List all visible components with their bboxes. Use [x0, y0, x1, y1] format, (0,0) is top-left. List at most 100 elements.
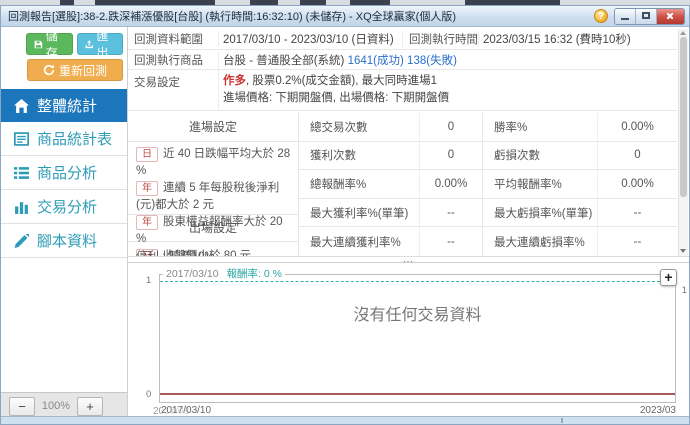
nav-item-product-stats-table[interactable]: 商品統計表	[1, 122, 127, 156]
crosshair-date: 2017/03/10	[166, 268, 219, 280]
nav-item-overall-stats[interactable]: 整體統計	[1, 89, 127, 122]
stat-value: 0.00%	[597, 113, 677, 141]
nav-item-script-data[interactable]: 腳本資料	[1, 224, 127, 258]
window-bottom-frame	[1, 416, 689, 424]
help-icon: ?	[597, 11, 605, 22]
nav-label: 商品統計表	[37, 131, 113, 148]
scrollbar-thumb[interactable]	[680, 37, 687, 197]
table-icon	[14, 131, 29, 146]
success-count[interactable]: 1641(成功)	[348, 55, 404, 67]
table-row: 最大連續獲利率% -- 最大連續虧損率% --	[299, 227, 677, 256]
scrollbar-down-icon[interactable]	[680, 249, 686, 253]
scrollbar-up-icon[interactable]	[680, 31, 686, 35]
nav-label: 交易分析	[37, 199, 98, 216]
maximize-icon	[642, 11, 650, 19]
stat-label: 最大虧損率%(單筆)	[482, 198, 597, 227]
sidebar-nav: 整體統計 商品統計表 商品分析 交易分析 腳本資料	[1, 89, 127, 258]
stat-label: 勝率%	[482, 113, 597, 141]
exit-rule: 停利 : 股票10%	[128, 242, 298, 256]
freq-badge: 年	[136, 181, 158, 196]
stat-label: 虧損次數	[482, 141, 597, 170]
range-label: 回測資料範圍	[134, 34, 203, 46]
minimize-icon	[621, 17, 629, 20]
backtest-info-panel: 回測資料範圍 2017/03/10 - 2023/03/10 (日資料) 回測執…	[128, 29, 677, 111]
window-controls	[614, 7, 685, 25]
stat-label: 平均報酬率%	[482, 170, 597, 198]
close-button[interactable]	[657, 8, 684, 24]
save-icon	[34, 40, 43, 48]
table-row: 總交易次數 0 勝率% 0.00%	[299, 113, 677, 142]
zoom-toolbar: − 100% +	[1, 392, 127, 419]
rerun-backtest-button[interactable]: 重新回測	[27, 59, 123, 81]
chart-zoom-in-button[interactable]: +	[660, 269, 677, 286]
x-start-label: 2017/03/10	[161, 405, 212, 416]
list-icon	[14, 166, 29, 179]
y-tick-top-right: 1	[681, 285, 687, 296]
fail-count[interactable]: 138(失敗)	[407, 55, 457, 67]
stat-value: 0.00%	[597, 170, 677, 198]
chart-plot-area[interactable]: 2017/03/10 報酬率: 0 %	[159, 266, 676, 403]
condition-item: 年連續 5 年每股稅後淨利(元)都大於 2 元	[136, 181, 280, 211]
stat-value: --	[419, 198, 482, 227]
nav-item-product-analysis[interactable]: 商品分析	[1, 156, 127, 190]
entry-settings-header: 進場設定	[128, 113, 298, 142]
table-row: 最大獲利率%(單筆) -- 最大虧損率%(單筆) --	[299, 198, 677, 228]
stat-value: 0	[597, 141, 677, 170]
maximize-button[interactable]	[636, 8, 657, 24]
entry-conditions: 日近 40 日跌幅平均大於 28 % 年連續 5 年每股稅後淨利(元)都大於 2…	[128, 142, 298, 256]
window-title: 回測報告[選股]:38-2.跌深補漲優股[台股] (執行時間:16:32:10)…	[8, 11, 456, 23]
zoom-in-button[interactable]: +	[77, 396, 103, 416]
help-button[interactable]: ?	[594, 9, 608, 23]
nav-label: 商品分析	[37, 165, 98, 182]
sidebar: 儲存 匯出 重新回測 整體統計 商品統計表 商品分析 交易分析 腳本資料 − 1…	[1, 27, 128, 419]
stat-value: 0.00%	[419, 170, 482, 198]
export-label: 匯出	[96, 29, 109, 60]
nav-label: 腳本資料	[37, 233, 98, 250]
save-button[interactable]: 儲存	[26, 29, 73, 60]
info-row-trade-settings: 交易設定 作多, 股票0.2%(成交金額), 最大同時進場1 進場價格: 下期開…	[128, 70, 677, 111]
info-row-range: 回測資料範圍 2017/03/10 - 2023/03/10 (日資料) 回測執…	[128, 29, 677, 50]
freq-badge: 年	[136, 215, 158, 230]
stat-value: 0	[419, 141, 482, 170]
minimize-button[interactable]	[615, 8, 636, 24]
stat-label: 最大連續獲利率%	[310, 236, 401, 249]
screen: 回測報告[選股]:38-2.跌深補漲優股[台股] (執行時間:16:32:10)…	[0, 0, 690, 425]
statistics-section: 進場設定 日近 40 日跌幅平均大於 28 % 年連續 5 年每股稅後淨利(元)…	[128, 113, 677, 256]
trade-settings-value: 作多, 股票0.2%(成交金額), 最大同時進場1 進場價格: 下期開盤價, 出…	[218, 70, 677, 110]
crosshair-label: 2017/03/10 報酬率: 0 %	[163, 266, 285, 281]
stat-value: --	[597, 227, 677, 256]
sidebar-action-row: 儲存 匯出	[1, 27, 127, 60]
condition-item: 日近 40 日跌幅平均大於 28 %	[136, 147, 291, 177]
bottom-splitter-mark	[561, 418, 563, 423]
nav-item-trade-analysis[interactable]: 交易分析	[1, 190, 127, 224]
range-value: 2017/03/10 - 2023/03/10 (日資料)	[218, 31, 402, 47]
zoom-out-button[interactable]: −	[9, 396, 35, 416]
title-bar[interactable]: 回測報告[選股]:38-2.跌深補漲優股[台股] (執行時間:16:32:10)…	[1, 6, 689, 27]
x-end-label: 2023/03	[639, 405, 676, 416]
no-data-message: 沒有任何交易資料	[353, 307, 482, 324]
nav-label: 整體統計	[37, 98, 98, 115]
entry-exit-panel: 進場設定 日近 40 日跌幅平均大於 28 % 年連續 5 年每股稅後淨利(元)…	[128, 113, 299, 256]
stat-label: 總報酬率%	[310, 178, 367, 191]
trade-settings-label: 交易設定	[134, 77, 180, 89]
stat-value: --	[597, 198, 677, 227]
export-icon	[85, 39, 93, 48]
return-chart-section: 1 0 1 2017/03/10 報酬率: 0 % 沒有任何交易資料 + 2017…	[128, 262, 689, 419]
dashed-return-line	[160, 281, 675, 282]
product-value: 台股 - 普通股全部(系統) 1641(成功) 138(失敗)	[218, 51, 677, 68]
table-row: 獲利次數 0 虧損次數 0	[299, 141, 677, 171]
pencil-icon	[14, 233, 29, 248]
save-label: 儲存	[45, 29, 58, 60]
vertical-scrollbar[interactable]	[678, 29, 688, 256]
stat-label: 獲利次數	[310, 150, 356, 163]
stat-label: 總交易次數	[310, 121, 368, 134]
zoom-level: 100%	[41, 400, 71, 412]
direction-value: 作多	[223, 75, 246, 87]
table-row: 總報酬率% 0.00% 平均報酬率% 0.00%	[299, 170, 677, 199]
refresh-icon	[43, 64, 55, 76]
exec-time-value: 2023/03/15 16:32 (費時10秒)	[478, 31, 677, 47]
y-tick-zero: 0	[146, 389, 152, 400]
export-button[interactable]: 匯出	[77, 29, 123, 60]
freq-badge: 日	[136, 147, 158, 162]
y-tick-top-left: 1	[146, 275, 152, 286]
